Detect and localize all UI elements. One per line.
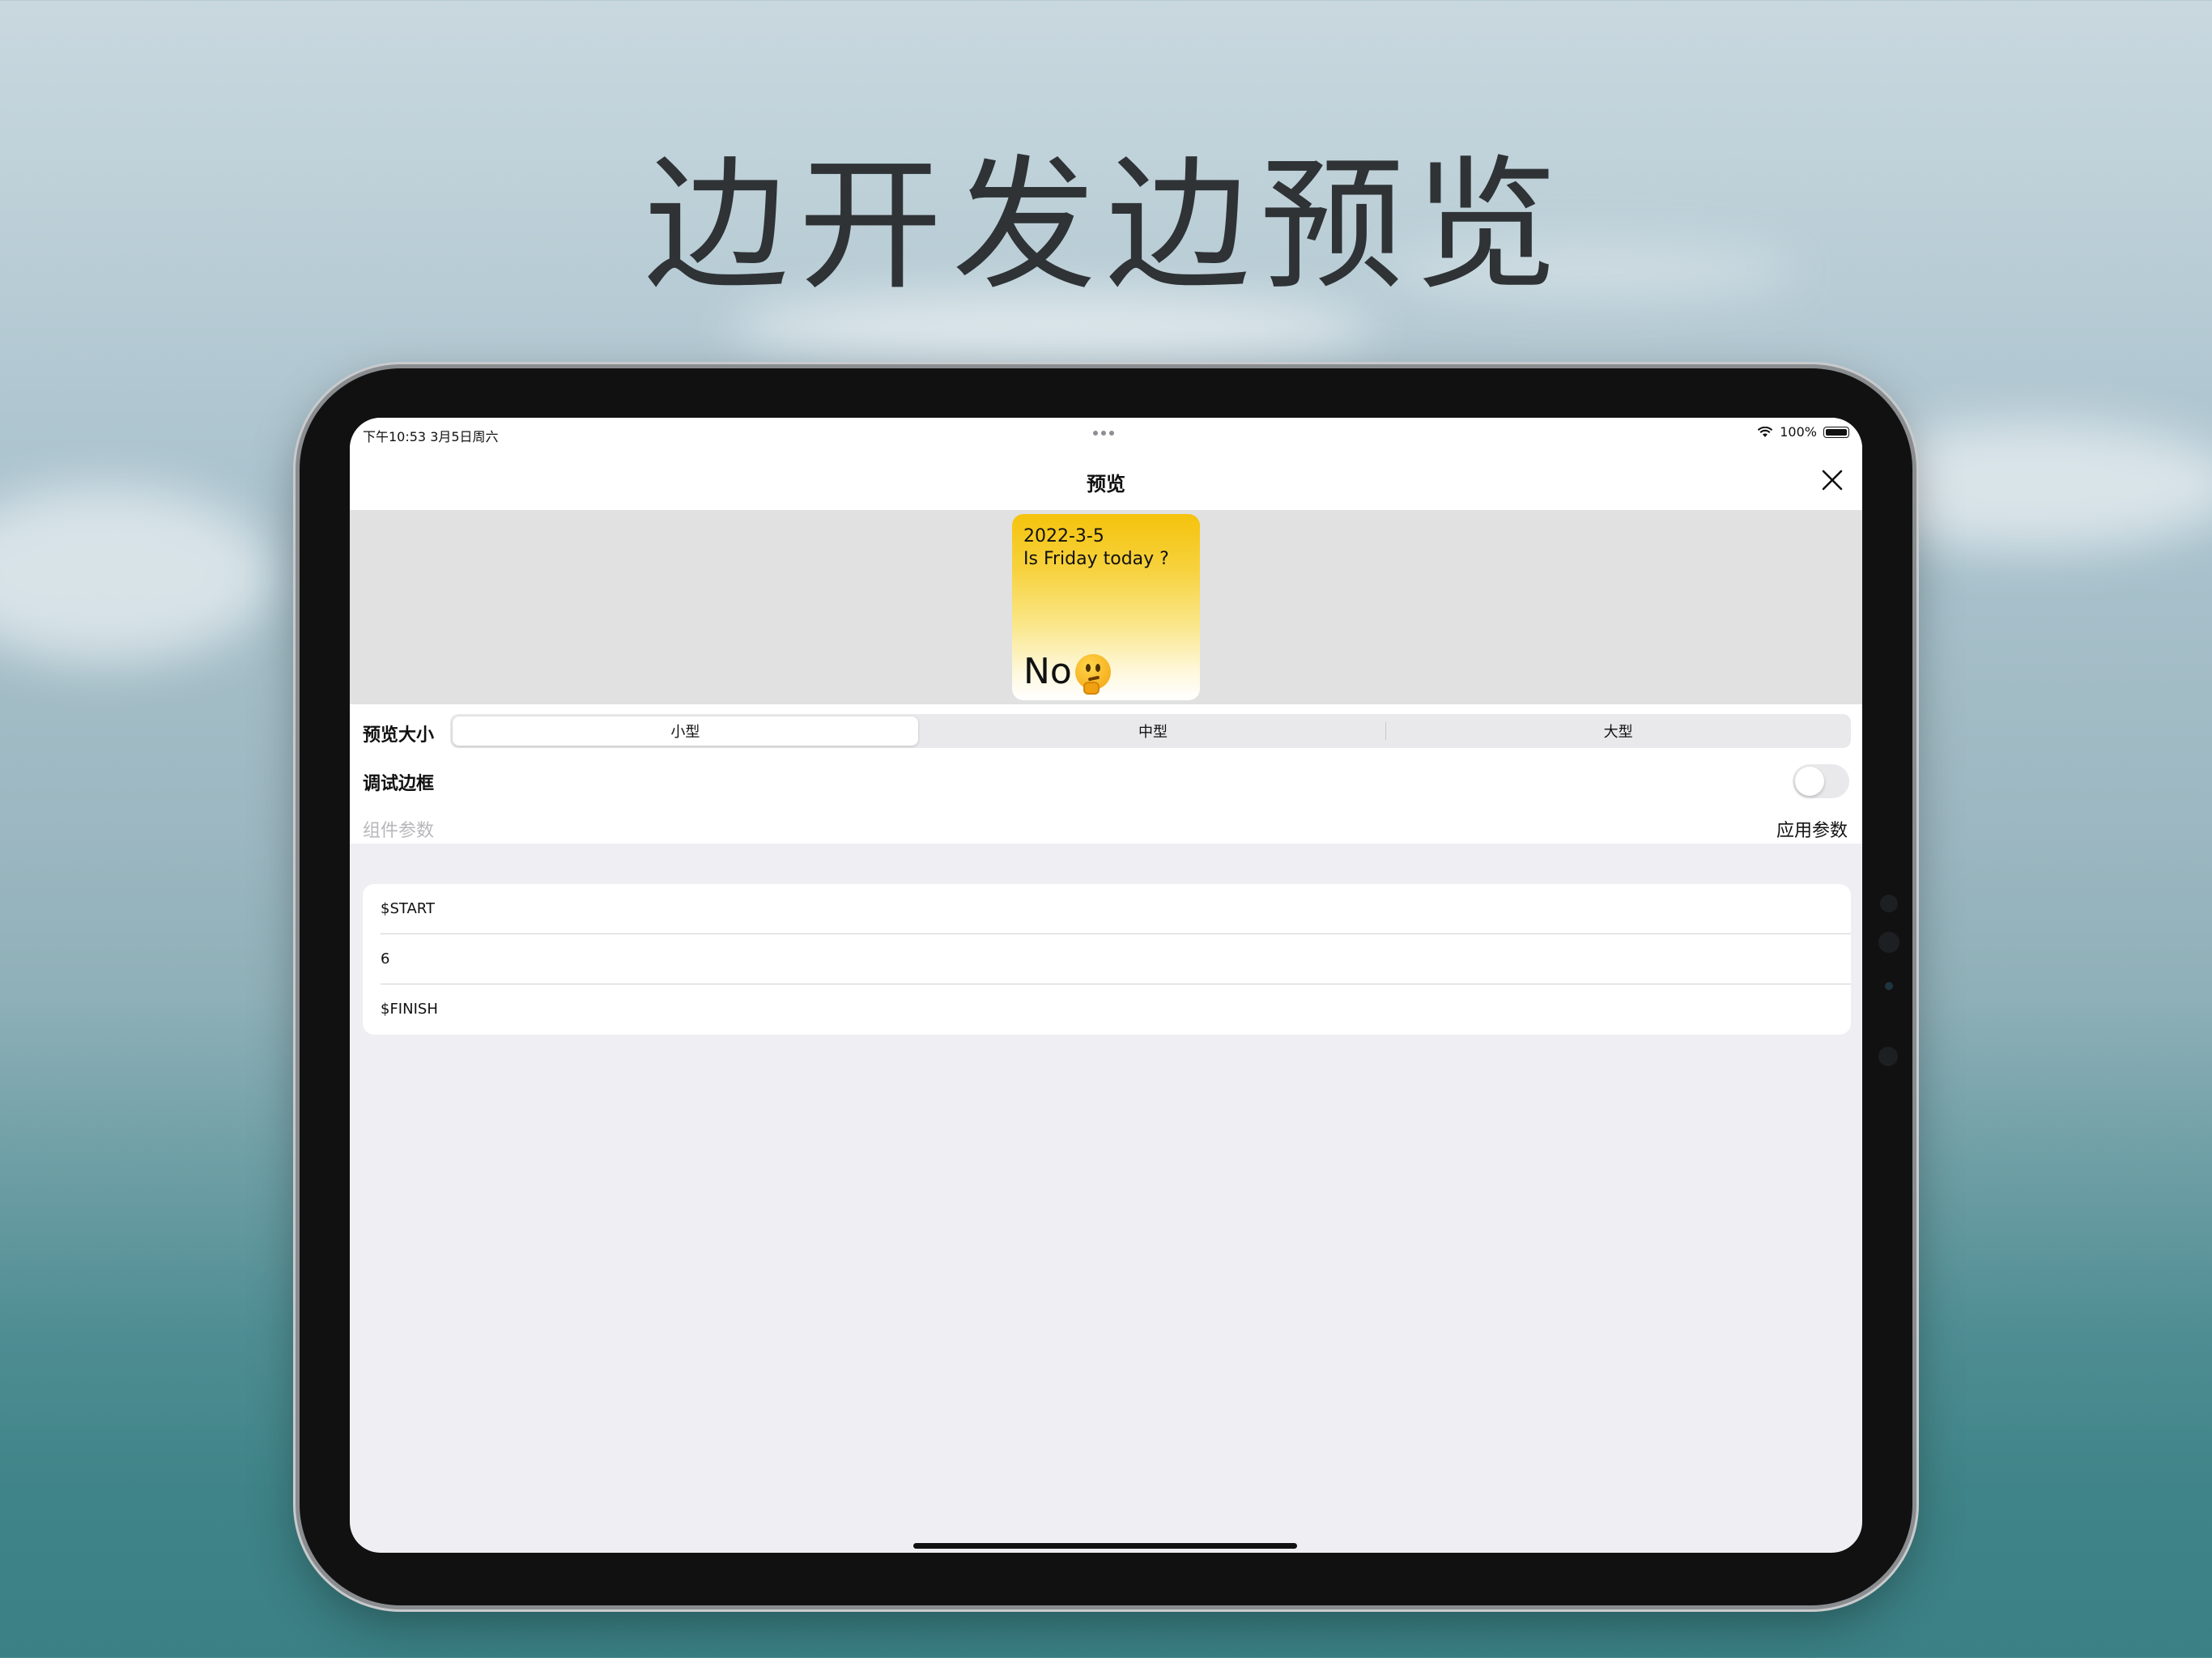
size-option-large[interactable]: 大型 — [1385, 714, 1851, 748]
home-indicator[interactable] — [913, 1543, 1297, 1549]
size-segmented-control: 小型 中型 大型 — [450, 714, 1851, 748]
list-item-text: 6 — [381, 950, 390, 967]
status-time-date: 下午10:53 3月5日周六 — [363, 429, 499, 444]
status-right: 100% — [1757, 424, 1849, 440]
widget-answer-text: No — [1023, 651, 1072, 692]
camera-dot — [1878, 932, 1899, 953]
camera-dot — [1880, 895, 1898, 912]
camera-dot — [1878, 1047, 1898, 1066]
widget-question: Is Friday today ? — [1023, 549, 1169, 569]
list-item[interactable]: $START — [363, 884, 1851, 934]
apply-params-button[interactable]: 应用参数 — [1776, 816, 1848, 842]
params-placeholder: 组件参数 — [363, 821, 435, 841]
size-option-small[interactable]: 小型 — [453, 716, 918, 746]
widget-preview-area: 2022-3-5 Is Friday today ? No — [350, 510, 1862, 704]
preview-size-label: 预览大小 — [363, 725, 435, 746]
nav-bar: 预览 — [350, 450, 1862, 510]
widget-answer: No — [1023, 651, 1111, 695]
multitasking-dots[interactable] — [1093, 431, 1114, 436]
close-icon[interactable] — [1819, 466, 1846, 494]
headline: 边开发边预览 — [644, 142, 1568, 309]
list-item-text: $START — [381, 900, 435, 917]
widget-preview: 2022-3-5 Is Friday today ? No — [1012, 514, 1200, 700]
cloud — [0, 486, 275, 664]
page-title: 预览 — [1087, 473, 1125, 495]
debug-border-toggle[interactable] — [1793, 764, 1849, 798]
list-item[interactable]: $FINISH — [363, 984, 1851, 1035]
camera-lens — [1885, 982, 1893, 990]
thinking-face-icon — [1074, 653, 1111, 695]
list-item[interactable]: 6 — [363, 934, 1851, 984]
battery-icon — [1823, 426, 1849, 438]
status-bar: 下午10:53 3月5日周六 100% — [350, 418, 1862, 450]
size-option-medium[interactable]: 中型 — [921, 714, 1386, 748]
wifi-icon — [1758, 426, 1773, 437]
params-list: $START 6 $FINISH — [363, 884, 1851, 1035]
settings-panel: 预览大小 小型 中型 大型 调试边框 组件参数 应用参数 — [350, 704, 1862, 844]
widget-date: 2022-3-5 — [1023, 526, 1104, 546]
battery-percent: 100% — [1780, 424, 1817, 440]
ipad-screen: 下午10:53 3月5日周六 100% 预览 2022-3-5 Is Frida… — [350, 418, 1862, 1553]
debug-border-label: 调试边框 — [363, 774, 435, 794]
list-item-text: $FINISH — [381, 1001, 438, 1018]
